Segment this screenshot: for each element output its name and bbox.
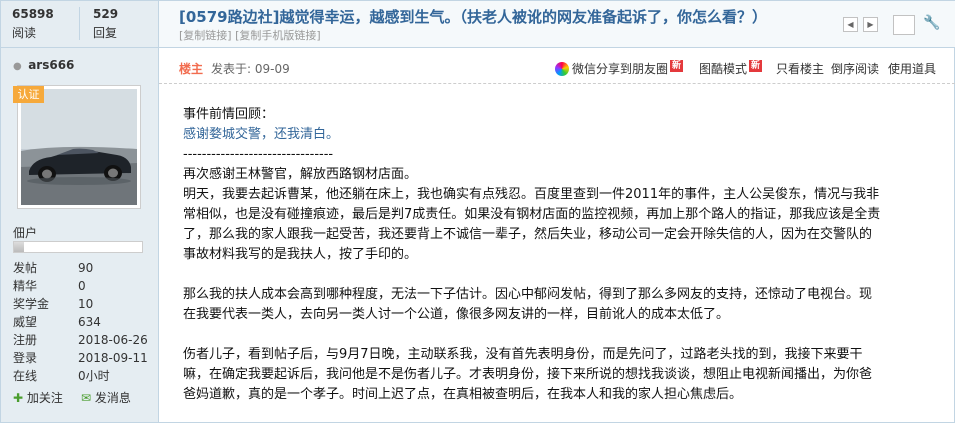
copy-mobile-link-button[interactable]: [复制手机版链接] (235, 29, 321, 42)
replies-count: 529 (93, 7, 119, 21)
paragraph-line: 明天，我要去起诉曹某，他还躺在床上，我也确实有点残忍。百度里查到一件2011年的… (183, 187, 880, 202)
paragraph-line: 再次感谢王林警官，解放西路钢材店面。 (183, 167, 418, 182)
previous-thread-link[interactable]: 感谢婺城交警，还我清白。 (183, 125, 933, 145)
new-tag: 新 (670, 60, 684, 72)
profile-row-digest: 精华 0 (13, 279, 86, 293)
views-stat: 65898 阅读 (12, 7, 54, 41)
paragraph-line: 嘛，在确定我要起诉后，我问他是不是伤者儿子。才表明身份，接下来所说的想找我谈谈，… (183, 367, 873, 382)
avatar-image (21, 89, 137, 205)
avatar[interactable] (17, 85, 141, 209)
divider-line: -------------------------------- (183, 147, 334, 162)
thread-stats: 65898 阅读 529 回复 (1, 1, 158, 48)
plus-icon: ✚ (13, 391, 24, 405)
intro-line: 事件前情回顾： (183, 107, 275, 122)
author-name[interactable]: ● ars666 (13, 58, 74, 72)
profile-row-scholarship: 奖学金 10 (13, 297, 94, 311)
follow-button[interactable]: ✚ 加关注 (13, 389, 63, 406)
use-tools-link[interactable]: 使用道具 (888, 60, 936, 77)
post-meta-bar: 楼主 发表于: 09-09 微信分享到朋友圈新 图酷模式新 只看楼主 倒序阅读 … (159, 48, 955, 84)
paragraph-line: 在我要代表一类人，去向另一类人讨一个公道，像很多网友讲的一样，目前讹人的成本太低… (183, 307, 730, 322)
car-picture (21, 89, 137, 205)
profile-row-posts: 发帖 90 (13, 261, 94, 275)
wechat-moments-icon (555, 62, 569, 76)
author-name-text: ars666 (28, 58, 75, 72)
profile-row-lastlogin: 登录 2018-09-11 (13, 351, 148, 365)
send-message-button[interactable]: ✉ 发消息 (81, 389, 131, 406)
thread-header: [0579路边社]越觉得幸运，越感到生气。（扶老人被讹的网友准备起诉了，你怎么看… (159, 1, 955, 48)
stats-divider (79, 7, 80, 40)
views-count: 65898 (12, 7, 54, 21)
prev-thread-icon[interactable]: ◀ (843, 17, 858, 32)
replies-stat: 529 回复 (93, 7, 118, 41)
author-sidebar: 65898 阅读 529 回复 ● ars666 认证 佃户 发帖 90 精华 … (1, 1, 158, 422)
next-thread-icon[interactable]: ▶ (863, 17, 878, 32)
user-icon: ● (13, 61, 22, 72)
image-mode-button[interactable]: 图酷模式新 (699, 60, 763, 77)
rank-progress-fill (14, 242, 25, 252)
only-op-link[interactable]: 只看楼主 (776, 60, 824, 77)
paragraph-line: 爸妈道歉，真的是一个孝子。时间上迟了点，在真相被查明后，在我本人和我的家人担心焦… (183, 387, 743, 402)
paragraph-line: 了，那么我的家人跟我一起受苦，我还要背上不诚信一辈子，然后失业，移动公司一定会开… (183, 227, 873, 242)
profile-row-registered: 注册 2018-06-26 (13, 333, 148, 347)
profile-row-prestige: 威望 634 (13, 315, 101, 329)
thread-title[interactable]: [0579路边社]越觉得幸运，越感到生气。（扶老人被讹的网友准备起诉了，你怎么看… (179, 6, 767, 27)
reverse-order-link[interactable]: 倒序阅读 (831, 60, 879, 77)
paragraph-line: 事故材料我写的是我扶人，按了手印的。 (183, 247, 418, 262)
floor-label: 楼主 (179, 62, 204, 76)
paragraph-line: 那么我的扶人成本会高到哪种程度，无法一下子估计。因心中郁闷发帖，得到了那么多网友… (183, 287, 873, 302)
user-rank: 佃户 (13, 226, 38, 240)
replies-label: 回复 (93, 26, 118, 40)
profile-row-online: 在线 0小时 (13, 369, 110, 383)
paragraph-line: 常相似，也是没有碰撞痕迹，最后是判7成责任。如果没有钢材店面的监控视频，再加上那… (183, 207, 881, 222)
post-main: [0579路边社]越觉得幸运，越感到生气。（扶老人被讹的网友准备起诉了，你怎么看… (158, 1, 955, 422)
paragraph-line: 伤者儿子，看到帖子后，与9月7日晚，主动联系我，没有首先表明身份，而是先问了，过… (183, 347, 863, 362)
new-tag: 新 (749, 60, 763, 72)
post-body: 事件前情回顾： 感谢婺城交警，还我清白。 -------------------… (183, 105, 933, 405)
views-label: 阅读 (12, 26, 37, 40)
wrench-icon[interactable]: 🔧 (923, 15, 940, 31)
rank-progress-bar (13, 241, 143, 253)
page-jump-input[interactable] (893, 15, 915, 35)
post-date: 发表于: 09-09 (211, 62, 290, 76)
wechat-share-button[interactable]: 微信分享到朋友圈新 (555, 60, 684, 77)
copy-link-button[interactable]: [复制链接] (179, 29, 232, 42)
verified-badge: 认证 (13, 86, 44, 103)
copy-links: [复制链接] [复制手机版链接] (179, 27, 321, 43)
message-icon: ✉ (81, 391, 92, 405)
